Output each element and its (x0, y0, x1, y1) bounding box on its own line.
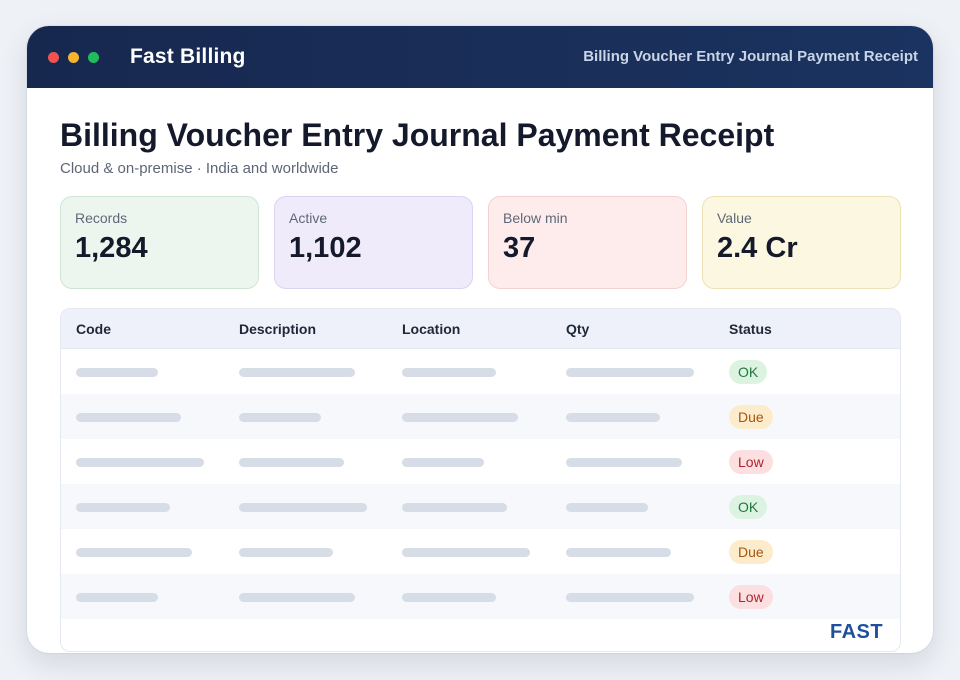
status-badge: Low (729, 585, 773, 609)
table-row[interactable]: Low (61, 439, 900, 484)
titlebar-module-label: Billing Voucher Entry Journal Payment Re… (583, 48, 918, 65)
stat-label: Below min (503, 210, 568, 226)
column-header-description[interactable]: Description (239, 321, 316, 337)
placeholder-cell (402, 458, 484, 467)
placeholder-cell (239, 593, 355, 602)
placeholder-cell (239, 413, 321, 422)
stat-value: 2.4 Cr (717, 232, 798, 264)
status-badge: Due (729, 405, 773, 429)
placeholder-cell (566, 368, 694, 377)
close-window-button[interactable] (48, 52, 59, 63)
stat-card-records[interactable]: Records 1,284 (60, 196, 259, 289)
stat-label: Value (717, 210, 752, 226)
placeholder-cell (566, 413, 660, 422)
stat-label: Records (75, 210, 128, 226)
stat-cards: Records 1,284 Active 1,102 Below min 37 … (60, 196, 901, 289)
brand-logo: FAST (830, 621, 884, 643)
stat-card-value[interactable]: Value 2.4 Cr (702, 196, 901, 289)
minimize-window-button[interactable] (68, 52, 79, 63)
placeholder-cell (76, 593, 158, 602)
stat-card-active[interactable]: Active 1,102 (274, 196, 473, 289)
table-row[interactable]: Low (61, 574, 900, 619)
column-header-status[interactable]: Status (729, 321, 772, 337)
status-badge: Due (729, 540, 773, 564)
stat-label: Active (289, 210, 328, 226)
placeholder-cell (239, 368, 355, 377)
placeholder-cell (402, 548, 530, 557)
column-header-qty[interactable]: Qty (566, 321, 589, 337)
status-badge: OK (729, 360, 768, 384)
placeholder-cell (402, 593, 496, 602)
table-header: Code Description Location Qty Status (61, 309, 900, 349)
placeholder-cell (402, 368, 496, 377)
table-row[interactable]: Due (61, 529, 900, 574)
placeholder-cell (76, 458, 204, 467)
placeholder-cell (402, 503, 507, 512)
placeholder-cell (76, 503, 170, 512)
placeholder-cell (566, 458, 682, 467)
placeholder-cell (239, 503, 367, 512)
app-name: Fast Billing (130, 45, 246, 68)
page-title: Billing Voucher Entry Journal Payment Re… (60, 117, 775, 153)
title-bar: Fast Billing Billing Voucher Entry Journ… (27, 26, 933, 88)
table-row[interactable]: Due (61, 394, 900, 439)
table-row[interactable]: OK (61, 484, 900, 529)
status-badge: Low (729, 450, 773, 474)
placeholder-cell (239, 458, 344, 467)
placeholder-cell (76, 368, 158, 377)
placeholder-cell (239, 548, 333, 557)
status-badge: OK (729, 495, 768, 519)
maximize-window-button[interactable] (88, 52, 99, 63)
column-header-location[interactable]: Location (402, 321, 460, 337)
inventory-table: Code Description Location Qty Status OK … (60, 308, 901, 652)
placeholder-cell (402, 413, 518, 422)
page-subtitle: Cloud & on-premise · India and worldwide (60, 160, 339, 177)
stat-card-below-min[interactable]: Below min 37 (488, 196, 687, 289)
stat-value: 37 (503, 232, 536, 264)
placeholder-cell (566, 548, 671, 557)
placeholder-cell (566, 593, 694, 602)
placeholder-cell (76, 413, 181, 422)
app-window: Fast Billing Billing Voucher Entry Journ… (27, 26, 933, 653)
column-header-code[interactable]: Code (76, 321, 111, 337)
table-row[interactable]: OK (61, 349, 900, 394)
stat-value: 1,284 (75, 232, 148, 264)
stat-value: 1,102 (289, 232, 362, 264)
placeholder-cell (566, 503, 648, 512)
placeholder-cell (76, 548, 192, 557)
